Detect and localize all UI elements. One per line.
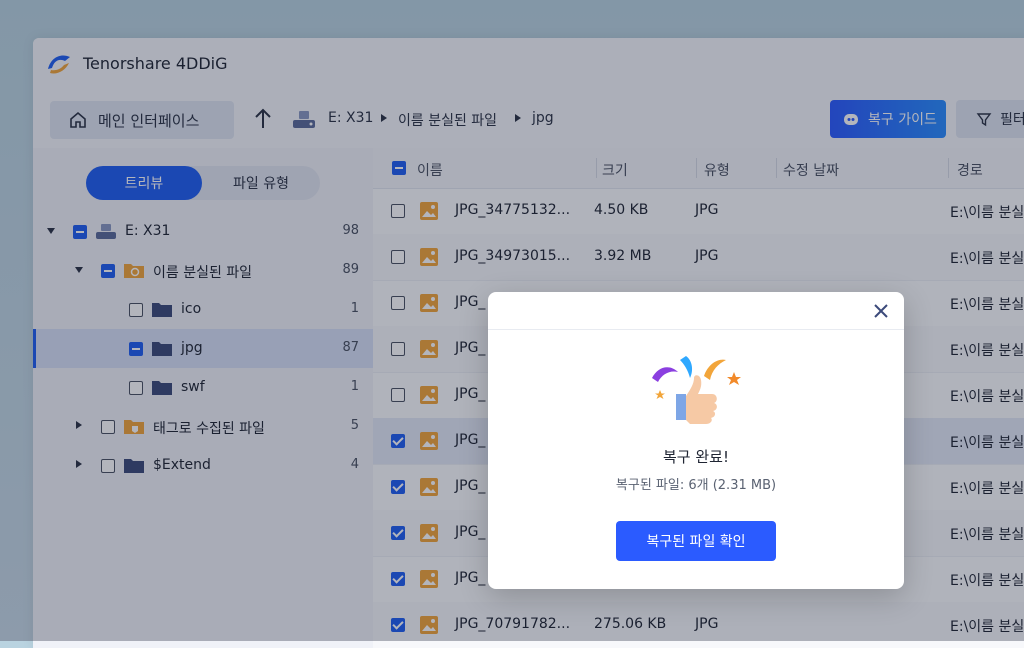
dialog-subtitle: 복구된 파일: 6개 (2.31 MB) <box>615 478 777 493</box>
dialog-divider <box>488 329 904 330</box>
close-icon[interactable] <box>872 302 890 320</box>
view-recovered-files-button[interactable]: 복구된 파일 확인 <box>616 521 776 561</box>
dialog-title: 복구 완료! <box>663 448 729 466</box>
recovery-complete-dialog: 복구 완료! 복구된 파일: 6개 (2.31 MB) 복구된 파일 확인 <box>488 292 904 589</box>
thumbs-up-celebration-icon <box>652 356 741 424</box>
